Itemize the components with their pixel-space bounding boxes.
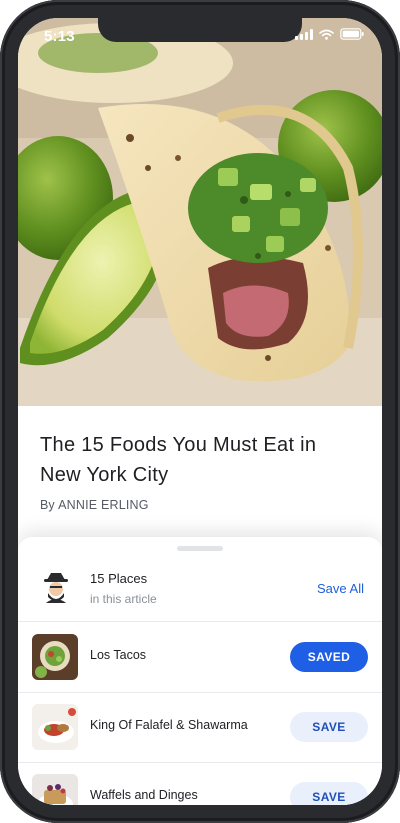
sheet-grabber[interactable]: [177, 546, 223, 551]
wifi-icon: [319, 29, 334, 40]
places-header: 15 Places in this article Save All: [18, 555, 382, 622]
saved-button[interactable]: SAVED: [290, 642, 368, 672]
save-button[interactable]: SAVE: [290, 712, 368, 742]
save-button[interactable]: SAVE: [290, 782, 368, 805]
save-all-button[interactable]: Save All: [317, 581, 364, 596]
places-sheet: 15 Places in this article Save All Los T…: [18, 537, 382, 805]
places-subtitle: in this article: [90, 592, 157, 606]
notch: [98, 18, 302, 42]
place-thumbnail: [32, 704, 78, 750]
status-time: 5:13: [44, 28, 75, 45]
author-name[interactable]: ANNIE ERLING: [58, 498, 149, 512]
place-row[interactable]: Los Tacos SAVED: [18, 622, 382, 693]
chef-hat-icon: [42, 571, 70, 603]
status-icons: [295, 28, 364, 40]
battery-icon: [340, 28, 364, 40]
hero-image: [18, 18, 382, 406]
place-name: King Of Falafel & Shawarma: [90, 718, 248, 732]
place-row[interactable]: Waffels and Dinges SAVE: [18, 762, 382, 805]
places-count: 15 Places: [90, 571, 148, 586]
byline: By ANNIE ERLING: [40, 498, 149, 512]
byline-prefix: By: [40, 498, 55, 512]
screen: 5:13 The 15 Foods You Must Eat in New Yo…: [18, 18, 382, 805]
place-name: Los Tacos: [90, 648, 147, 662]
article-title: The 15 Foods You Must Eat in New York Ci…: [40, 434, 317, 486]
phone-frame: 5:13 The 15 Foods You Must Eat in New Yo…: [0, 0, 400, 823]
place-thumbnail: [32, 774, 78, 805]
place-thumbnail: [32, 634, 78, 680]
place-name: Waffels and Dinges: [90, 788, 198, 802]
place-row[interactable]: King Of Falafel & Shawarma SAVE: [18, 692, 382, 763]
article-header: The 15 Foods You Must Eat in New York Ci…: [18, 406, 382, 538]
signal-icon: [295, 28, 313, 40]
